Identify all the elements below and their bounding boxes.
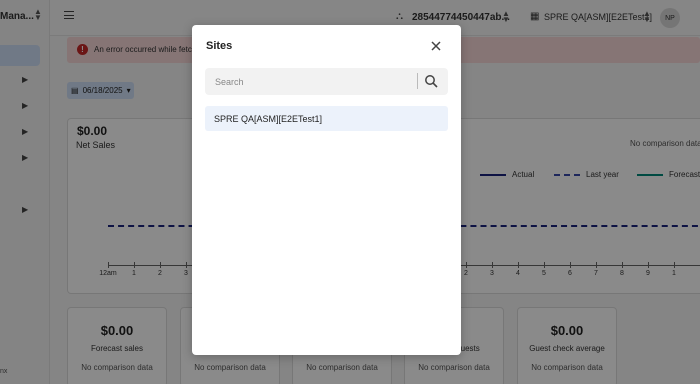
search-icon: [425, 75, 438, 88]
search-button[interactable]: [424, 74, 439, 89]
close-button[interactable]: [429, 39, 443, 53]
site-option[interactable]: SPRE QA[ASM][E2ETest1]: [205, 106, 448, 131]
sites-dialog: Sites SPRE QA[ASM][E2ETest1]: [192, 25, 461, 355]
search-field: [205, 68, 448, 95]
search-input[interactable]: [205, 68, 417, 95]
search-divider: [417, 73, 418, 89]
dialog-title: Sites: [206, 40, 233, 52]
close-icon: [431, 41, 441, 51]
